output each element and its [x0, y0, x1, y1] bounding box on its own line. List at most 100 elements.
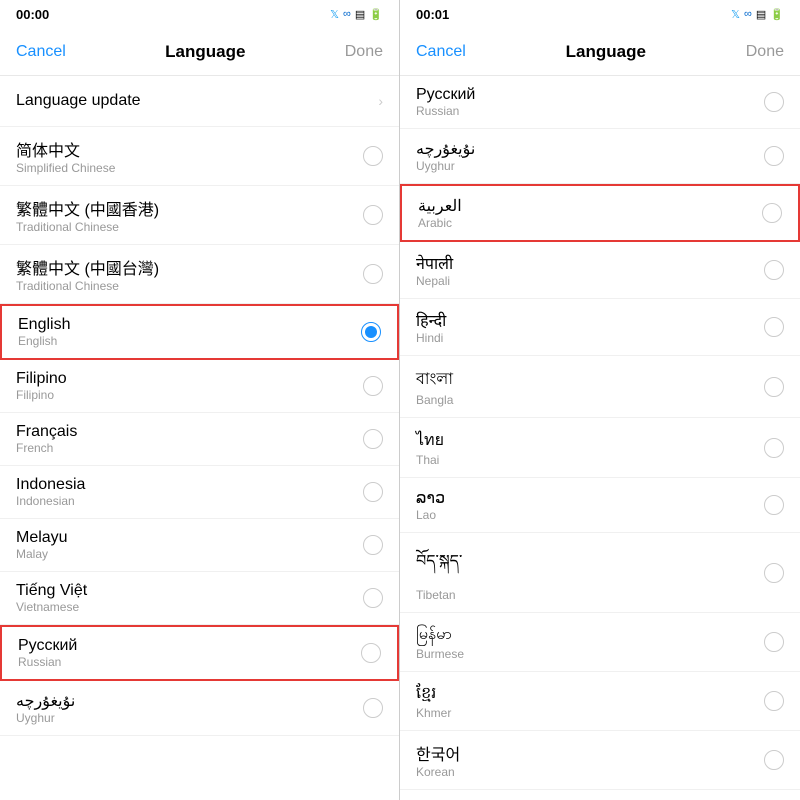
lang-subtitle: Bangla: [416, 393, 453, 407]
lang-info: 한국어Korean: [416, 741, 460, 779]
lang-name: 繁體中文 (中國台灣): [16, 255, 159, 279]
lang-subtitle: Arabic: [418, 216, 462, 230]
right-lang-row[interactable]: မြန်မာBurmese: [400, 613, 800, 672]
radio-button[interactable]: [764, 632, 784, 652]
right-language-rows: РусскийRussianنۇيغۇرچەUyghurالعربيةArabi…: [400, 76, 800, 800]
right-lang-row[interactable]: বাংলাBangla: [400, 356, 800, 418]
right-lang-row[interactable]: ไทยThai: [400, 418, 800, 478]
right-lang-row[interactable]: 한국어Korean: [400, 731, 800, 790]
left-lang-row[interactable]: EnglishEnglish: [0, 304, 399, 360]
language-update-row[interactable]: Language update ›: [0, 76, 399, 127]
radio-button[interactable]: [764, 377, 784, 397]
lang-name: نۇيغۇرچە: [16, 691, 75, 711]
right-lang-row[interactable]: བོད་སྐད་Tibetan: [400, 533, 800, 613]
left-lang-row[interactable]: 繁體中文 (中國台灣)Traditional Chinese: [0, 245, 399, 304]
radio-button[interactable]: [764, 317, 784, 337]
left-language-list: Language update › 简体中文Simplified Chinese…: [0, 76, 399, 800]
right-lang-row[interactable]: नेपालीNepali: [400, 242, 800, 299]
lang-name: نۇيغۇرچە: [416, 139, 475, 159]
lang-name: Русский: [416, 86, 475, 104]
radio-button[interactable]: [764, 750, 784, 770]
radio-button[interactable]: [764, 92, 784, 112]
radio-button[interactable]: [363, 376, 383, 396]
lang-name: বাংলা: [416, 366, 453, 393]
lang-subtitle: Nepali: [416, 274, 453, 288]
lang-name: 繁體中文 (中國香港): [16, 196, 159, 220]
lang-name: 한국어: [416, 741, 460, 765]
left-lang-row[interactable]: РусскийRussian: [0, 625, 399, 681]
right-battery-icon: 🔋: [770, 8, 784, 21]
left-cancel-button[interactable]: Cancel: [16, 43, 66, 61]
lang-info: ไทยThai: [416, 428, 444, 467]
lang-subtitle: Traditional Chinese: [16, 279, 159, 293]
right-lang-row[interactable]: 日本語Japanese: [400, 790, 800, 800]
radio-button[interactable]: [363, 264, 383, 284]
right-lang-row[interactable]: हिन्दीHindi: [400, 299, 800, 356]
right-lang-row[interactable]: نۇيغۇرچەUyghur: [400, 129, 800, 184]
radio-button[interactable]: [764, 495, 784, 515]
left-lang-row[interactable]: FilipinoFilipino: [0, 360, 399, 413]
language-update-label: Language update: [16, 92, 141, 110]
right-language-list: РусскийRussianنۇيغۇرچەUyghurالعربيةArabi…: [400, 76, 800, 800]
right-lang-row[interactable]: ລາວLao: [400, 478, 800, 533]
chevron-right-icon: ›: [378, 93, 383, 109]
twitter-icon: 𝕏: [330, 8, 339, 21]
left-lang-row[interactable]: 简体中文Simplified Chinese: [0, 127, 399, 186]
radio-button[interactable]: [764, 691, 784, 711]
lang-info: العربيةArabic: [418, 196, 462, 230]
radio-button[interactable]: [764, 563, 784, 583]
radio-button[interactable]: [361, 322, 381, 342]
lang-subtitle: Korean: [416, 765, 460, 779]
radio-button[interactable]: [764, 438, 784, 458]
left-lang-row[interactable]: FrançaisFrench: [0, 413, 399, 466]
left-lang-row[interactable]: Tiếng ViệtVietnamese: [0, 572, 399, 625]
lang-subtitle: French: [16, 441, 77, 455]
left-status-icons: 𝕏 ∞ ▤ 🔋: [330, 8, 383, 21]
right-twitter-icon: 𝕏: [731, 8, 740, 21]
lang-name: العربية: [418, 196, 462, 216]
lang-name: မြန်မာ: [416, 623, 464, 647]
right-cancel-button[interactable]: Cancel: [416, 43, 466, 61]
left-lang-row[interactable]: نۇيغۇرچەUyghur: [0, 681, 399, 736]
right-infinity-icon: ∞: [744, 8, 752, 20]
right-nav-bar: Cancel Language Done: [400, 28, 800, 76]
right-done-button[interactable]: Done: [746, 43, 784, 61]
radio-button[interactable]: [361, 643, 381, 663]
right-lang-row[interactable]: РусскийRussian: [400, 76, 800, 129]
lang-subtitle: Lao: [416, 508, 445, 522]
left-status-bar: 00:00 𝕏 ∞ ▤ 🔋: [0, 0, 399, 28]
right-lang-row[interactable]: ខ្មែរKhmer: [400, 672, 800, 731]
right-lang-row[interactable]: العربيةArabic: [400, 184, 800, 242]
lang-info: नेपालीNepali: [416, 252, 453, 288]
lang-name: ไทย: [416, 428, 444, 453]
radio-button[interactable]: [363, 205, 383, 225]
left-lang-row[interactable]: MelayuMalay: [0, 519, 399, 572]
radio-button[interactable]: [363, 588, 383, 608]
right-status-icons: 𝕏 ∞ ▤ 🔋: [731, 8, 784, 21]
radio-button[interactable]: [762, 203, 782, 223]
lang-subtitle: Thai: [416, 453, 444, 467]
radio-button[interactable]: [363, 535, 383, 555]
lang-info: 简体中文Simplified Chinese: [16, 137, 115, 175]
lang-info: IndonesiaIndonesian: [16, 476, 85, 508]
radio-button[interactable]: [363, 146, 383, 166]
lang-info: 繁體中文 (中國台灣)Traditional Chinese: [16, 255, 159, 293]
lang-subtitle: Khmer: [416, 706, 451, 720]
left-lang-row[interactable]: IndonesiaIndonesian: [0, 466, 399, 519]
radio-button[interactable]: [363, 482, 383, 502]
lang-info: FrançaisFrench: [16, 423, 77, 455]
lang-info: Tiếng ViệtVietnamese: [16, 582, 87, 614]
left-panel: 00:00 𝕏 ∞ ▤ 🔋 Cancel Language Done Langu…: [0, 0, 400, 800]
radio-button[interactable]: [764, 146, 784, 166]
lang-subtitle: Russian: [416, 104, 475, 118]
left-done-button[interactable]: Done: [345, 43, 383, 61]
left-time: 00:00: [16, 7, 49, 22]
lang-info: ខ្មែរKhmer: [416, 682, 451, 720]
lang-name: ខ្មែរ: [416, 682, 451, 706]
radio-button[interactable]: [363, 429, 383, 449]
lang-name: 简体中文: [16, 137, 115, 161]
radio-button[interactable]: [764, 260, 784, 280]
lang-info: 繁體中文 (中國香港)Traditional Chinese: [16, 196, 159, 234]
left-lang-row[interactable]: 繁體中文 (中國香港)Traditional Chinese: [0, 186, 399, 245]
radio-button[interactable]: [363, 698, 383, 718]
